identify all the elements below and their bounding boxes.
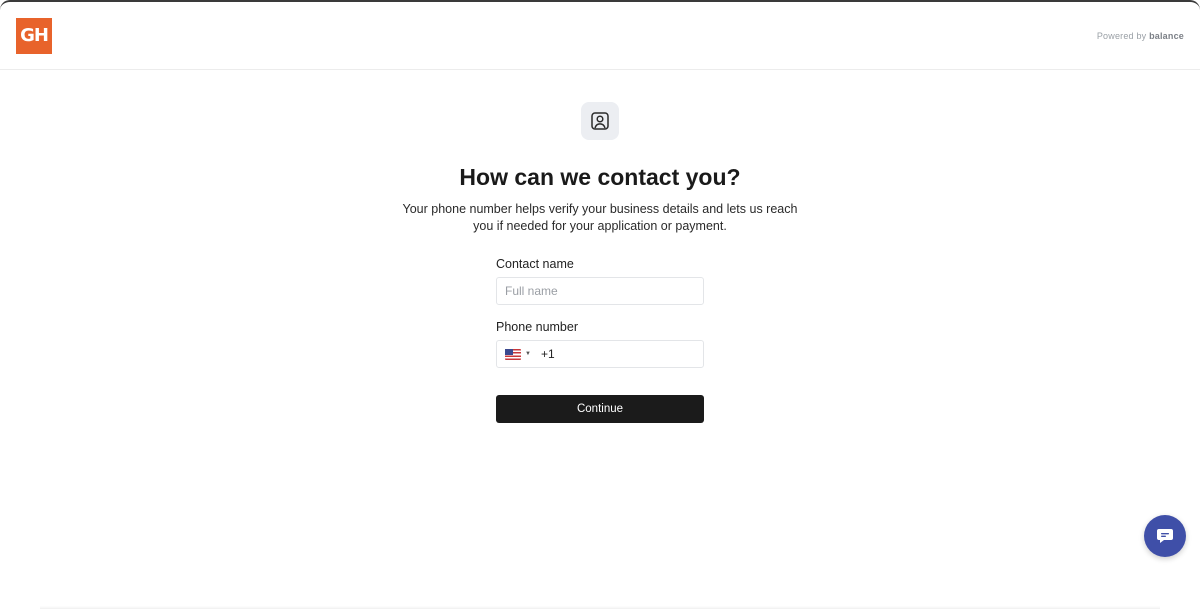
powered-brand: balance <box>1149 30 1184 41</box>
top-bar: GH Powered by balance <box>0 2 1200 70</box>
contact-name-field-wrapper <box>496 277 704 305</box>
phone-number-label: Phone number <box>496 320 579 334</box>
contact-form: Contact name Phone number ▼ +1 Continue <box>496 257 704 423</box>
country-selector[interactable]: ▼ <box>505 348 541 360</box>
us-flag-icon <box>505 348 521 360</box>
app-window: GH Powered by balance How can we contact… <box>0 0 1200 609</box>
main-content: How can we contact you? Your phone numbe… <box>0 70 1200 609</box>
powered-prefix: Powered by <box>1096 30 1147 41</box>
page-title: How can we contact you? <box>459 164 741 190</box>
phone-number-field: ▼ +1 <box>496 340 704 368</box>
contact-card-icon <box>581 102 619 140</box>
logo-text: GH <box>20 25 49 46</box>
contact-name-label: Contact name <box>496 257 574 271</box>
phone-number-input[interactable]: +1 <box>541 347 555 361</box>
caret-down-icon: ▼ <box>525 351 531 357</box>
company-logo: GH <box>16 17 52 54</box>
powered-by: Powered by balance <box>1097 31 1184 41</box>
continue-button[interactable]: Continue <box>496 395 704 423</box>
contact-name-input[interactable] <box>505 284 695 298</box>
page-subtitle: Your phone number helps verify your busi… <box>402 202 798 233</box>
chat-bubble-icon <box>1157 529 1173 543</box>
chat-launcher-button[interactable] <box>1144 515 1186 557</box>
phone-group: Phone number ▼ +1 <box>496 320 704 368</box>
